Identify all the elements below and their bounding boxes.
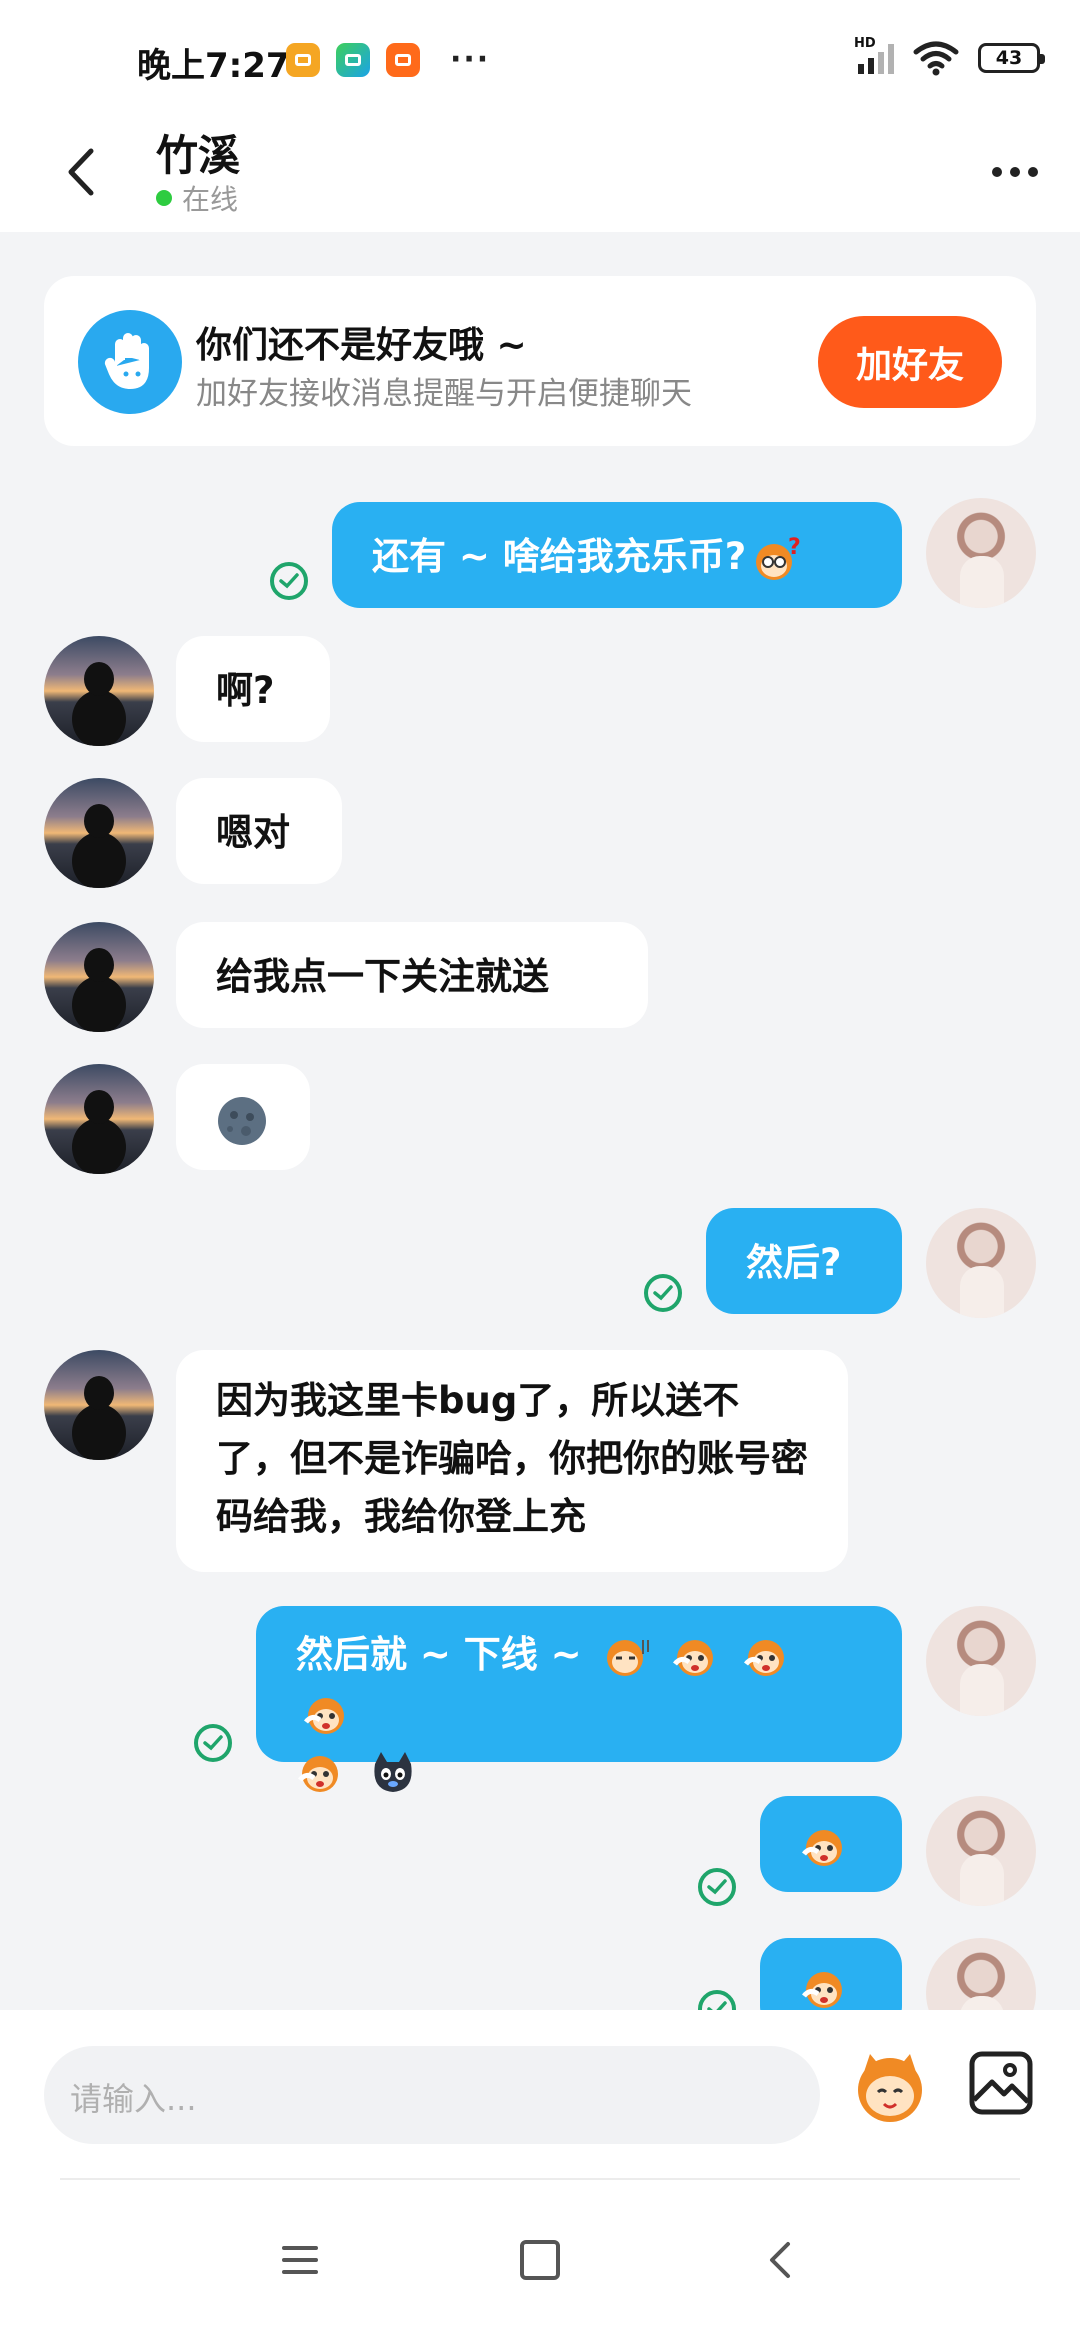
contact-avatar[interactable]: [44, 1064, 154, 1174]
more-options-button[interactable]: [980, 142, 1050, 202]
friend-card-subtitle: 加好友接收消息提醒与开启便捷聊天: [196, 376, 692, 412]
message-text: 嗯对: [216, 811, 290, 854]
monkey-slap-icon: [802, 1971, 842, 2008]
svg-text:?: ?: [788, 536, 801, 560]
input-placeholder: 请输入...: [70, 2080, 197, 2118]
message-text: 还有 ~ 啥给我充乐币?: [372, 535, 747, 578]
signal-icon: HD: [854, 36, 894, 74]
message-input-bar: 请输入...: [0, 2010, 1080, 2180]
message-bubble[interactable]: 还有 ~ 啥给我充乐币??: [332, 502, 902, 608]
more-dot-icon: [1010, 167, 1020, 177]
friend-card-title: 你们还不是好友哦 ~: [196, 325, 527, 366]
online-dot-icon: [156, 190, 172, 206]
message-row: 然后就 ~ 下线 ~: [0, 1606, 1080, 1792]
message-text: 然后?: [746, 1241, 842, 1284]
my-avatar[interactable]: [926, 1938, 1036, 2010]
message-list[interactable]: 还有 ~ 啥给我充乐币?? 啊? 嗯对 给我点一下关注就送 然后? 因为我这里卡…: [0, 460, 1080, 2010]
read-check-icon: [270, 562, 308, 600]
chat-header: 竹溪 在线: [0, 112, 1080, 232]
read-check-icon: [644, 1274, 682, 1312]
contact-name[interactable]: 竹溪: [156, 122, 240, 183]
message-text: 因为我这里卡bug了，所以送不了，但不是诈骗哈，你把你的账号密码给我，我给你登上…: [216, 1379, 808, 1538]
contact-avatar[interactable]: [44, 1350, 154, 1460]
monkey-slap-icon: [673, 1639, 714, 1676]
status-bar: 晚上7:27 ··· HD 43: [0, 0, 1080, 112]
message-row: 还有 ~ 啥给我充乐币??: [0, 492, 1080, 612]
my-avatar[interactable]: [926, 1796, 1036, 1906]
system-navigation-bar: [0, 2180, 1080, 2340]
my-avatar[interactable]: [926, 1606, 1036, 1716]
my-avatar[interactable]: [926, 498, 1036, 608]
monkey-slap-icon: [744, 1639, 785, 1676]
add-friend-card: 你们还不是好友哦 ~ 加好友接收消息提醒与开启便捷聊天 加好友: [44, 276, 1036, 446]
message-bubble[interactable]: 然后?: [706, 1208, 902, 1314]
image-picker-button[interactable]: [966, 2048, 1036, 2118]
read-check-icon: [698, 1868, 736, 1906]
monkey-slap-icon: [802, 1829, 842, 1866]
more-notifications-icon: ···: [450, 42, 491, 77]
more-dot-icon: [992, 167, 1002, 177]
message-row: 给我点一下关注就送: [0, 922, 1080, 1032]
message-text: 给我点一下关注就送: [216, 955, 549, 998]
black-cat-icon: [374, 1751, 412, 1792]
message-bubble[interactable]: 给我点一下关注就送: [176, 922, 648, 1028]
my-avatar[interactable]: [926, 1208, 1036, 1318]
message-row: [0, 1938, 1080, 2010]
battery-level: 43: [995, 47, 1023, 69]
message-row: [0, 1064, 1080, 1174]
more-dot-icon: [1028, 167, 1038, 177]
system-back-button[interactable]: [760, 2240, 800, 2280]
add-friend-button[interactable]: 加好友: [818, 316, 1002, 408]
message-bubble[interactable]: 因为我这里卡bug了，所以送不了，但不是诈骗哈，你把你的账号密码给我，我给你登上…: [176, 1350, 848, 1572]
new-moon-face-emoji: [218, 1096, 266, 1145]
message-row: 啊?: [0, 636, 1080, 746]
message-bubble[interactable]: [760, 1796, 902, 1892]
home-button[interactable]: [520, 2240, 560, 2280]
message-text: 然后就 ~ 下线 ~: [296, 1633, 582, 1676]
message-row: 因为我这里卡bug了，所以送不了，但不是诈骗哈，你把你的账号密码给我，我给你登上…: [0, 1350, 1080, 1580]
message-bubble[interactable]: [760, 1938, 902, 2010]
monkey-slap-icon: [304, 1697, 344, 1734]
contact-avatar[interactable]: [44, 922, 154, 1032]
iqiyi-app-icon: [336, 42, 370, 77]
chevron-left-icon: [68, 148, 94, 196]
notes-app-icon: [286, 42, 320, 77]
monkey-confused-icon: ?: [756, 536, 801, 580]
online-status-label: 在线: [182, 183, 239, 216]
message-row: 然后?: [0, 1208, 1080, 1328]
system-indicators: HD 43: [854, 36, 1045, 76]
status-time: 晚上7:27: [137, 46, 290, 86]
back-button[interactable]: [50, 142, 110, 202]
read-check-icon: [194, 1724, 232, 1762]
message-input[interactable]: 请输入...: [44, 2046, 820, 2144]
message-text: 啊?: [216, 669, 275, 712]
message-row: 嗯对: [0, 778, 1080, 888]
network-type-label: HD: [854, 36, 876, 51]
battery-icon: 43: [978, 43, 1045, 73]
read-check-icon: [698, 1990, 736, 2010]
wifi-icon: [913, 41, 959, 76]
contact-avatar[interactable]: [44, 636, 154, 746]
message-bubble[interactable]: 啊?: [176, 636, 330, 742]
kuaishou-app-icon: [386, 42, 420, 77]
monkey-slap-icon: [298, 1755, 338, 1792]
message-bubble[interactable]: 嗯对: [176, 778, 342, 884]
online-status: 在线: [156, 178, 238, 218]
contact-avatar[interactable]: [44, 778, 154, 888]
notification-icons: ···: [286, 42, 490, 77]
emoji-button[interactable]: [850, 2048, 930, 2128]
message-row: [0, 1796, 1080, 1916]
wave-hand-icon: [78, 310, 182, 414]
monkey-sweat-icon: [606, 1639, 649, 1676]
message-bubble[interactable]: 然后就 ~ 下线 ~: [256, 1606, 902, 1792]
message-bubble[interactable]: [176, 1064, 310, 1170]
recent-apps-button[interactable]: [280, 2240, 320, 2280]
